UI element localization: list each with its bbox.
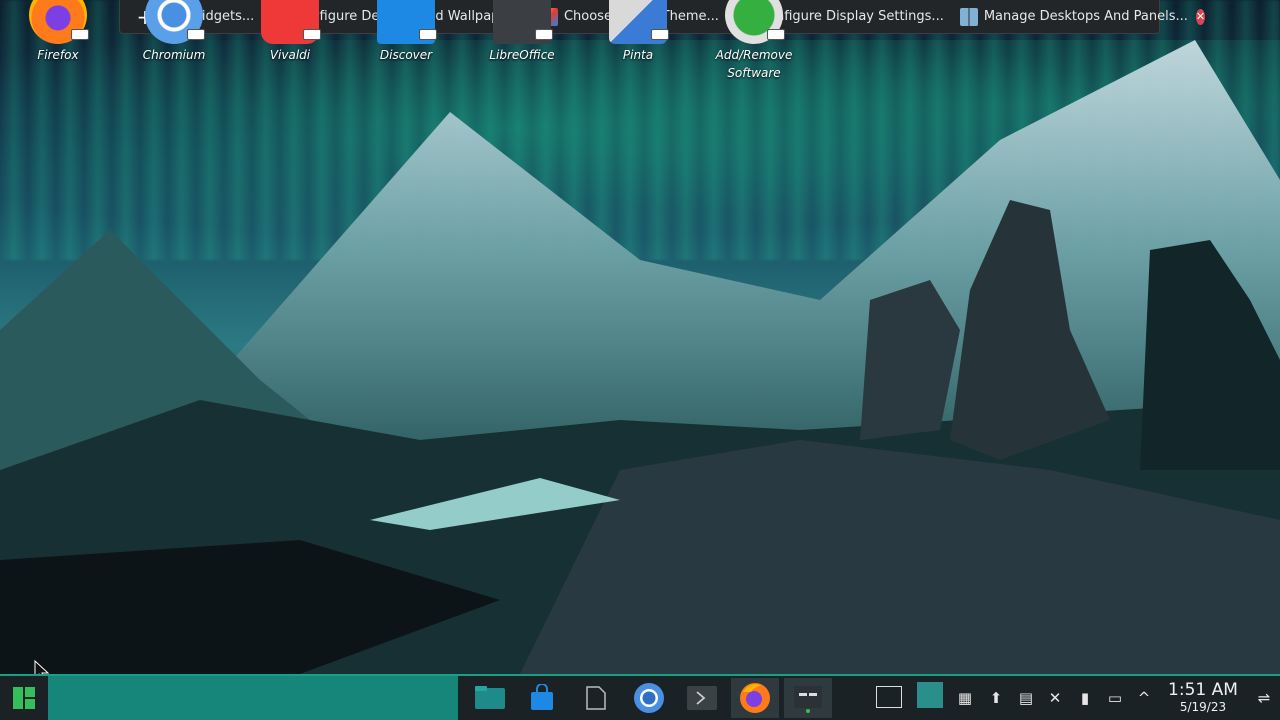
chromium-icon (634, 683, 664, 713)
panel-spacer (48, 676, 458, 720)
task-discover[interactable] (518, 678, 566, 718)
link-badge-icon (303, 29, 321, 40)
folder-icon (475, 686, 505, 709)
document-icon (586, 686, 606, 710)
task-kde-settings[interactable] (784, 678, 832, 718)
task-file-manager[interactable] (466, 678, 514, 718)
link-badge-icon (651, 29, 669, 40)
desktop-icon-label: Chromium (142, 48, 206, 62)
desktops-panels-icon (959, 7, 978, 26)
manjaro-logo-icon (13, 687, 35, 709)
clipboard-icon[interactable]: ▤ (1016, 688, 1036, 708)
desktop-icon-label: Discover (379, 48, 433, 62)
settings-panel-icon (794, 686, 822, 713)
clock-time: 1:51 AM (1168, 680, 1238, 700)
firefox-icon (29, 0, 89, 44)
task-terminal[interactable] (678, 678, 726, 718)
volume-muted-icon[interactable]: ✕ (1045, 688, 1065, 708)
link-badge-icon (71, 29, 89, 40)
link-badge-icon (187, 29, 205, 40)
desktop-icon-discover[interactable]: Discover (356, 0, 456, 76)
usb-device-icon[interactable]: ▮ (1075, 688, 1095, 708)
task-firefox[interactable] (731, 678, 779, 718)
manage-desktops-button[interactable]: Manage Desktops And Panels... (952, 0, 1196, 34)
notes-icon[interactable]: ▦ (955, 688, 975, 708)
link-badge-icon (419, 29, 437, 40)
link-badge-icon (767, 29, 785, 40)
network-icon[interactable]: ▭ (1105, 688, 1125, 708)
task-libreoffice[interactable] (572, 678, 620, 718)
desktop-icon-label: Vivaldi (269, 48, 311, 62)
clock-date: 5/19/23 (1179, 700, 1227, 714)
desktop-icon-firefox[interactable]: Firefox (8, 0, 108, 76)
discover-icon (377, 0, 437, 44)
desktop-icon-pinta[interactable]: Pinta (588, 0, 688, 76)
desktop-icon-label: Pinta (622, 48, 654, 62)
manage-desktops-label: Manage Desktops And Panels... (983, 9, 1188, 24)
chromium-icon (145, 0, 205, 44)
desktop-icon-libreoffice[interactable]: LibreOffice (472, 0, 572, 76)
software-install-icon (725, 0, 785, 44)
link-badge-icon (535, 29, 553, 40)
virtual-desktop-1[interactable] (876, 686, 902, 708)
desktop-icon-label: Firefox (37, 48, 79, 62)
show-desktop-icon[interactable]: ⇌ (1254, 688, 1274, 708)
application-launcher-button[interactable] (0, 676, 48, 720)
digital-clock[interactable]: 1:51 AM 5/19/23 (1160, 680, 1246, 714)
task-chromium[interactable] (625, 678, 673, 718)
firefox-icon (740, 683, 770, 713)
libreoffice-icon (493, 0, 553, 44)
terminal-icon (687, 686, 717, 710)
shopping-bag-icon (531, 684, 553, 710)
desktop-icon-add-remove-software[interactable]: Add/Remove Software (704, 0, 804, 94)
update-icon[interactable]: ⬆ (986, 688, 1006, 708)
desktop-icon-label: Add/Remove Software (715, 48, 793, 80)
close-icon[interactable]: ✕ (1195, 8, 1206, 25)
chevron-up-icon[interactable]: ^ (1134, 688, 1154, 708)
pinta-icon (609, 0, 669, 44)
taskbar: ▦ ⬆ ▤ ✕ ▮ ▭ ^ 1:51 AM 5/19/23 ⇌ (0, 674, 1280, 720)
desktop-icon-chromium[interactable]: Chromium (124, 0, 224, 76)
desktop-icon-label: LibreOffice (489, 48, 555, 62)
mountain-wallpaper (0, 40, 1280, 674)
virtual-desktop-2[interactable] (917, 682, 943, 708)
vivaldi-icon (261, 0, 321, 44)
desktop-icon-vivaldi[interactable]: Vivaldi (240, 0, 340, 76)
